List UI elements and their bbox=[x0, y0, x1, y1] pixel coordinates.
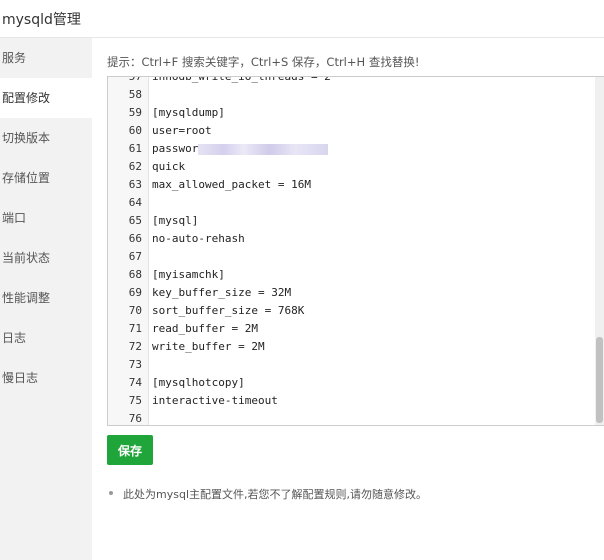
line-text[interactable]: read_buffer = 2M bbox=[152, 320, 258, 338]
line-content: sort_buffer_size = 768K bbox=[152, 304, 305, 317]
save-button[interactable]: 保存 bbox=[107, 435, 153, 465]
line-content: user=root bbox=[152, 124, 212, 137]
code-line[interactable]: 61 passwor bbox=[108, 140, 604, 158]
line-text[interactable]: passwor bbox=[152, 140, 329, 158]
line-text[interactable]: [mysql] bbox=[152, 212, 198, 230]
line-number: 65 bbox=[128, 214, 142, 227]
sidebar-item-config[interactable]: 配置修改 bbox=[0, 78, 92, 118]
line-number: 74 bbox=[128, 376, 142, 389]
line-content: max_allowed_packet = 16M bbox=[152, 178, 311, 191]
line-number: 59 bbox=[128, 106, 142, 119]
line-number: 69 bbox=[128, 286, 142, 299]
line-text[interactable]: interactive-timeout bbox=[152, 392, 278, 410]
code-line[interactable]: 65 [mysql] bbox=[108, 212, 604, 230]
line-number: 57 bbox=[128, 76, 142, 83]
sidebar-item-storage[interactable]: 存储位置 bbox=[0, 158, 92, 198]
code-line[interactable]: 71 read_buffer = 2M bbox=[108, 320, 604, 338]
line-number: 62 bbox=[128, 160, 142, 173]
line-content: innodb_write_io_threads = 2 bbox=[152, 76, 331, 83]
line-text[interactable]: sort_buffer_size = 768K bbox=[152, 302, 304, 320]
line-text[interactable]: [myisamchk] bbox=[152, 266, 225, 284]
code-lines[interactable]: 57 innodb_write_io_threads = 2 58 59 [mysqld… bbox=[108, 76, 604, 425]
sidebar-item-status[interactable]: 当前状态 bbox=[0, 238, 92, 278]
config-editor[interactable]: 57 innodb_write_io_threads = 2 58 59 [mysqld… bbox=[107, 76, 604, 426]
bullet-dot bbox=[109, 491, 113, 495]
editor-scroll-thumb[interactable] bbox=[596, 337, 603, 423]
sidebar-item-slow-log[interactable]: 慢日志 bbox=[0, 358, 92, 398]
line-content: passwor bbox=[152, 142, 199, 155]
line-text[interactable]: user=root bbox=[152, 122, 212, 140]
line-number: 75 bbox=[128, 394, 142, 407]
code-line[interactable]: 69 key_buffer_size = 32M bbox=[108, 284, 604, 302]
editor-scrollbar[interactable] bbox=[595, 77, 604, 425]
line-text[interactable]: quick bbox=[152, 158, 185, 176]
line-number: 58 bbox=[128, 88, 142, 101]
line-content: [mysqldump] bbox=[152, 106, 225, 119]
code-line[interactable]: 72 write_buffer = 2M bbox=[108, 338, 604, 356]
line-text[interactable]: innodb_write_io_threads = 2 bbox=[152, 76, 331, 86]
code-line[interactable]: 57 innodb_write_io_threads = 2 bbox=[108, 76, 604, 86]
line-text[interactable]: write_buffer = 2M bbox=[152, 338, 265, 356]
shortcut-tip: 提示：Ctrl+F 搜索关键字，Ctrl+S 保存，Ctrl+H 查找替换! bbox=[107, 55, 420, 69]
code-line[interactable]: 66 no-auto-rehash bbox=[108, 230, 604, 248]
line-content: [mysql] bbox=[152, 214, 199, 227]
line-number: 71 bbox=[128, 322, 142, 335]
redacted-password-mask bbox=[198, 143, 329, 155]
sidebar-item-port[interactable]: 端口 bbox=[0, 198, 92, 238]
line-content: no-auto-rehash bbox=[152, 232, 245, 245]
line-text[interactable]: key_buffer_size = 32M bbox=[152, 284, 291, 302]
line-content: write_buffer = 2M bbox=[152, 340, 265, 353]
sidebar-item-log[interactable]: 日志 bbox=[0, 318, 92, 358]
line-number: 72 bbox=[128, 340, 142, 353]
code-line[interactable]: 59 [mysqldump] bbox=[108, 104, 604, 122]
sidebar-item-switch-version[interactable]: 切换版本 bbox=[0, 118, 92, 158]
line-text[interactable]: [mysqlhotcopy] bbox=[152, 374, 245, 392]
code-line[interactable]: 73 bbox=[108, 356, 604, 374]
code-line[interactable]: 74 [mysqlhotcopy] bbox=[108, 374, 604, 392]
window-title: mysqld管理 bbox=[2, 12, 81, 28]
line-number: 70 bbox=[128, 304, 142, 317]
line-content: interactive-timeout bbox=[152, 394, 278, 407]
line-content: quick bbox=[152, 160, 186, 173]
line-number: 73 bbox=[128, 358, 142, 371]
line-content: read_buffer = 2M bbox=[152, 322, 258, 335]
note-text: 此处为mysql主配置文件,若您不了解配置规则,请勿随意修改。 bbox=[123, 488, 427, 501]
code-line[interactable]: 76 bbox=[108, 410, 604, 425]
line-text[interactable]: max_allowed_packet = 16M bbox=[152, 176, 311, 194]
line-number: 68 bbox=[128, 268, 142, 281]
sidebar-item-service[interactable]: 服务 bbox=[0, 38, 92, 78]
line-content: key_buffer_size = 32M bbox=[152, 286, 292, 299]
line-number: 60 bbox=[128, 124, 142, 137]
line-text[interactable]: no-auto-rehash bbox=[152, 230, 245, 248]
sidebar-item-performance[interactable]: 性能调整 bbox=[0, 278, 92, 318]
notes-list: 此处为mysql主配置文件,若您不了解配置规则,请勿随意修改。 bbox=[107, 486, 427, 502]
code-line[interactable]: 64 bbox=[108, 194, 604, 212]
code-line[interactable]: 60 user=root bbox=[108, 122, 604, 140]
line-content: [myisamchk] bbox=[152, 268, 225, 281]
line-number: 64 bbox=[128, 196, 142, 209]
line-number: 61 bbox=[128, 142, 142, 155]
code-line[interactable]: 62 quick bbox=[108, 158, 604, 176]
line-number: 66 bbox=[128, 232, 142, 245]
code-line[interactable]: 67 bbox=[108, 248, 604, 266]
code-line[interactable]: 68 [myisamchk] bbox=[108, 266, 604, 284]
window-header: mysqld管理 bbox=[0, 0, 604, 38]
code-line[interactable]: 75 interactive-timeout bbox=[108, 392, 604, 410]
main-panel: 提示：Ctrl+F 搜索关键字，Ctrl+S 保存，Ctrl+H 查找替换! 5… bbox=[92, 38, 604, 560]
line-text[interactable]: [mysqldump] bbox=[152, 104, 225, 122]
code-line[interactable]: 70 sort_buffer_size = 768K bbox=[108, 302, 604, 320]
note-item: 此处为mysql主配置文件,若您不了解配置规则,请勿随意修改。 bbox=[107, 486, 427, 502]
sidebar: 服务 配置修改 切换版本 存储位置 端口 当前状态 性能调整 日志 慢日志 bbox=[0, 38, 92, 560]
code-line[interactable]: 58 bbox=[108, 86, 604, 104]
line-number: 63 bbox=[128, 178, 142, 191]
line-number: 76 bbox=[128, 412, 142, 425]
line-content: [mysqlhotcopy] bbox=[152, 376, 245, 389]
code-line[interactable]: 63 max_allowed_packet = 16M bbox=[108, 176, 604, 194]
line-number: 67 bbox=[128, 250, 142, 263]
